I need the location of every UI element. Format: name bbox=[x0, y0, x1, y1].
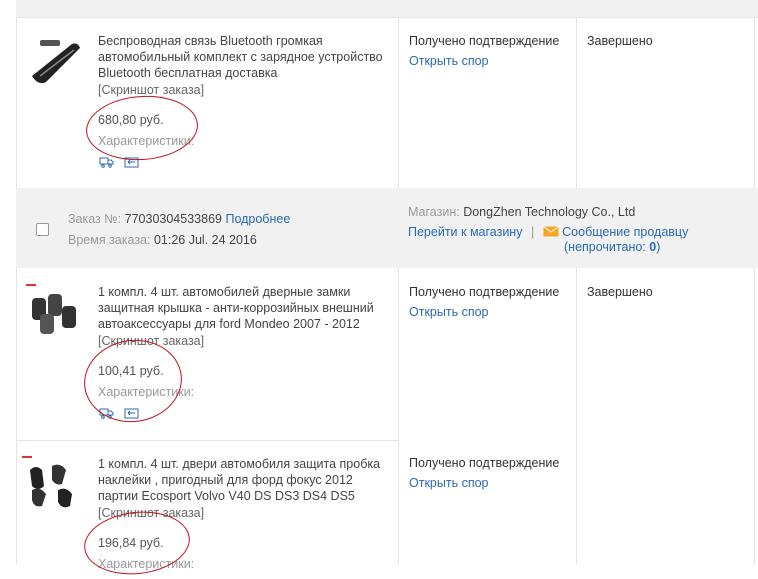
unread-label: (непрочитано: bbox=[564, 240, 646, 254]
store-label: Магазин: bbox=[408, 205, 460, 219]
item-price: 100,41 руб. bbox=[98, 364, 164, 378]
divider bbox=[576, 268, 577, 564]
order-status: Получено подтверждение bbox=[409, 285, 560, 299]
open-dispute-link[interactable]: Открыть спор bbox=[409, 54, 489, 68]
return-refund-icon[interactable] bbox=[124, 157, 139, 168]
order-number-label: Заказ №: bbox=[68, 212, 122, 226]
order-status: Получено подтверждение bbox=[409, 456, 560, 470]
separator: | bbox=[530, 225, 535, 239]
snapshot-link[interactable]: [Скриншот заказа] bbox=[98, 334, 204, 348]
product-image-door-protector-stickers[interactable] bbox=[22, 456, 84, 512]
divider bbox=[576, 17, 577, 188]
top-order-header-strip bbox=[16, 0, 758, 17]
item-title[interactable]: 1 компл. 4 шт. автомобилей дверные замки… bbox=[98, 284, 390, 332]
order-time-label: Время заказа: bbox=[68, 233, 151, 247]
shipping-truck-icon[interactable] bbox=[99, 408, 114, 419]
store-row: Магазин: DongZhen Technology Co., Ltd bbox=[408, 205, 635, 219]
order-status: Получено подтверждение bbox=[409, 34, 560, 48]
snapshot-link[interactable]: [Скриншот заказа] bbox=[98, 83, 204, 97]
characteristics-label: Характеристики: bbox=[98, 134, 195, 148]
order-number: 77030304533869 bbox=[124, 212, 222, 226]
product-image-bluetooth-kit[interactable] bbox=[26, 36, 84, 88]
item-title[interactable]: Беспроводная связь Bluetooth громкая авт… bbox=[98, 33, 390, 81]
order-time-value: 01:26 Jul. 24 2016 bbox=[153, 233, 257, 247]
unread-close: ) bbox=[656, 240, 661, 254]
order-time-row: Время заказа: 01:26 Jul. 24 2016 bbox=[68, 233, 257, 247]
open-dispute-link[interactable]: Открыть спор bbox=[409, 476, 489, 490]
divider bbox=[16, 17, 17, 188]
mail-icon[interactable] bbox=[542, 226, 559, 240]
divider bbox=[754, 17, 755, 188]
item-price: 196,84 руб. bbox=[98, 536, 164, 550]
annotation-circle bbox=[83, 92, 201, 164]
order-select-checkbox[interactable] bbox=[36, 223, 49, 236]
divider bbox=[16, 17, 758, 18]
go-to-store-link[interactable]: Перейти к магазину bbox=[408, 225, 522, 239]
item-title[interactable]: 1 компл. 4 шт. двери автомобиля защита п… bbox=[98, 456, 390, 504]
order-result: Завершено bbox=[587, 285, 653, 299]
unread-count-row[interactable]: (непрочитано: 0) bbox=[564, 240, 660, 254]
divider bbox=[16, 268, 17, 564]
divider bbox=[16, 440, 398, 441]
snapshot-link[interactable]: [Скриншот заказа] bbox=[98, 506, 204, 520]
divider bbox=[398, 17, 399, 188]
divider bbox=[754, 268, 755, 564]
open-dispute-link[interactable]: Открыть спор bbox=[409, 305, 489, 319]
divider bbox=[398, 268, 399, 564]
return-refund-icon[interactable] bbox=[124, 408, 139, 419]
store-name: DongZhen Technology Co., Ltd bbox=[463, 205, 636, 219]
shipping-truck-icon[interactable] bbox=[99, 157, 114, 168]
order-number-row: Заказ №: 77030304533869 Подробнее bbox=[68, 212, 290, 226]
order-details-link[interactable]: Подробнее bbox=[225, 212, 290, 226]
product-image-door-lock-covers[interactable] bbox=[26, 284, 84, 342]
characteristics-label: Характеристики: bbox=[98, 557, 195, 571]
item-price: 680,80 руб. bbox=[98, 113, 164, 127]
message-seller-link[interactable]: Сообщение продавцу bbox=[562, 225, 688, 239]
store-actions: Перейти к магазину | Сообщение продавцу bbox=[408, 225, 748, 240]
characteristics-label: Характеристики: bbox=[98, 385, 195, 399]
order-result: Завершено bbox=[587, 34, 653, 48]
